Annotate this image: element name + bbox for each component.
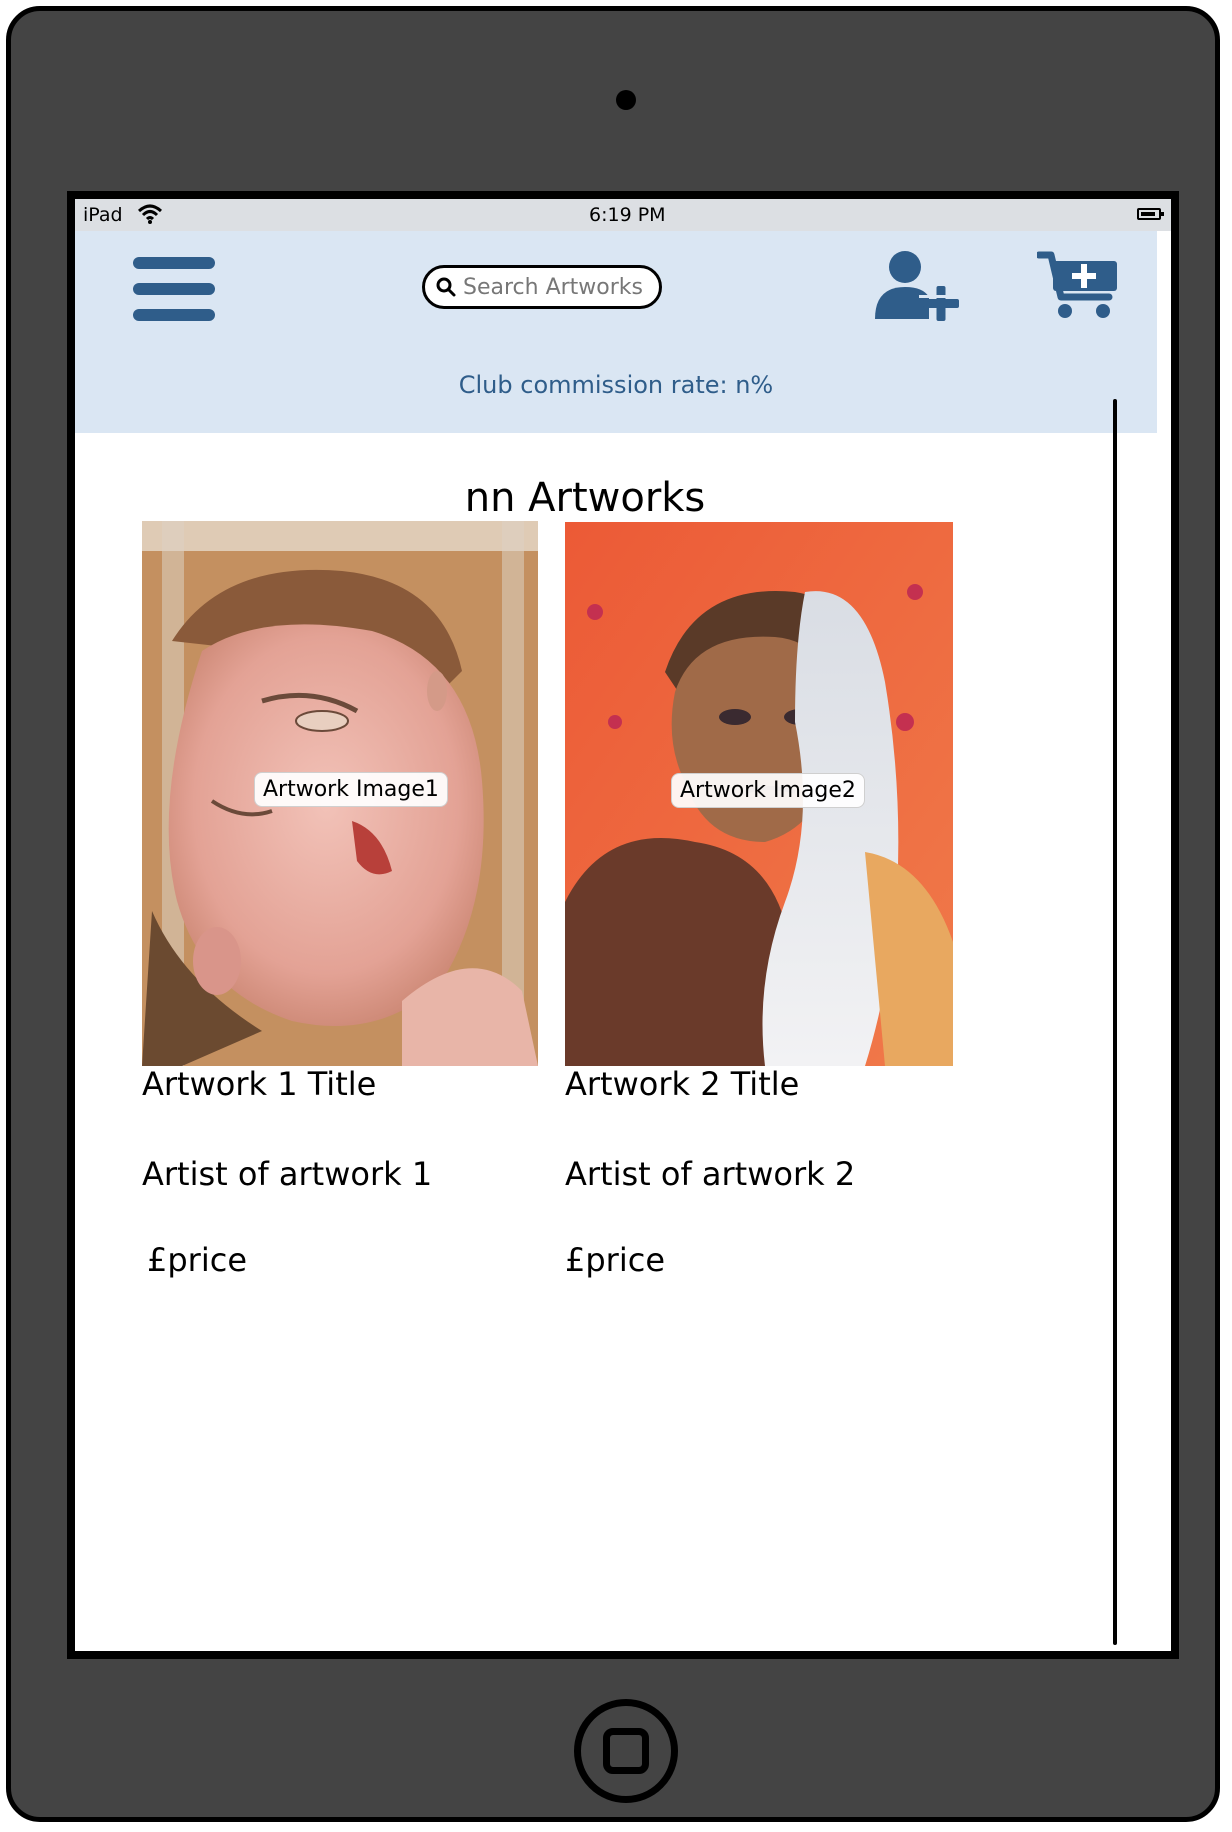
tablet-frame: iPad 6:19 PM Search Artworks Club commis… bbox=[6, 6, 1220, 1822]
menu-icon[interactable] bbox=[133, 257, 215, 335]
artwork-1-title[interactable]: Artwork 1 Title bbox=[142, 1065, 376, 1103]
home-button-icon[interactable] bbox=[574, 1699, 678, 1803]
status-time: 6:19 PM bbox=[589, 204, 666, 226]
commission-rate: Club commission rate: n% bbox=[458, 371, 774, 399]
artwork-image-2[interactable]: Artwork Image2 bbox=[565, 522, 953, 1066]
screen: iPad 6:19 PM Search Artworks Club commis… bbox=[67, 191, 1179, 1659]
artwork-1-price: £price bbox=[147, 1241, 247, 1279]
artwork-2-title[interactable]: Artwork 2 Title bbox=[565, 1065, 799, 1103]
status-bar: iPad 6:19 PM bbox=[75, 199, 1171, 231]
add-user-icon[interactable] bbox=[873, 249, 963, 321]
app-header: Club commission rate: n% bbox=[75, 231, 1157, 433]
artwork-image-1[interactable]: Artwork Image1 bbox=[142, 521, 538, 1066]
camera-icon bbox=[616, 90, 636, 110]
scrollbar[interactable] bbox=[1113, 399, 1117, 1645]
artwork-2-artist: Artist of artwork 2 bbox=[565, 1155, 856, 1193]
search-input[interactable] bbox=[463, 274, 653, 300]
page-title: nn Artworks bbox=[464, 475, 706, 521]
battery-icon bbox=[1137, 208, 1164, 220]
artwork-2-price: £price bbox=[565, 1241, 665, 1279]
device-name: iPad bbox=[83, 204, 123, 226]
cart-add-icon[interactable] bbox=[1037, 251, 1121, 321]
artwork-image-1-label: Artwork Image1 bbox=[254, 772, 448, 807]
artwork-image-2-label: Artwork Image2 bbox=[671, 773, 865, 808]
search-box[interactable] bbox=[422, 265, 662, 309]
artwork-1-artist: Artist of artwork 1 bbox=[142, 1155, 433, 1193]
wifi-icon bbox=[137, 204, 163, 224]
search-icon bbox=[436, 277, 456, 297]
